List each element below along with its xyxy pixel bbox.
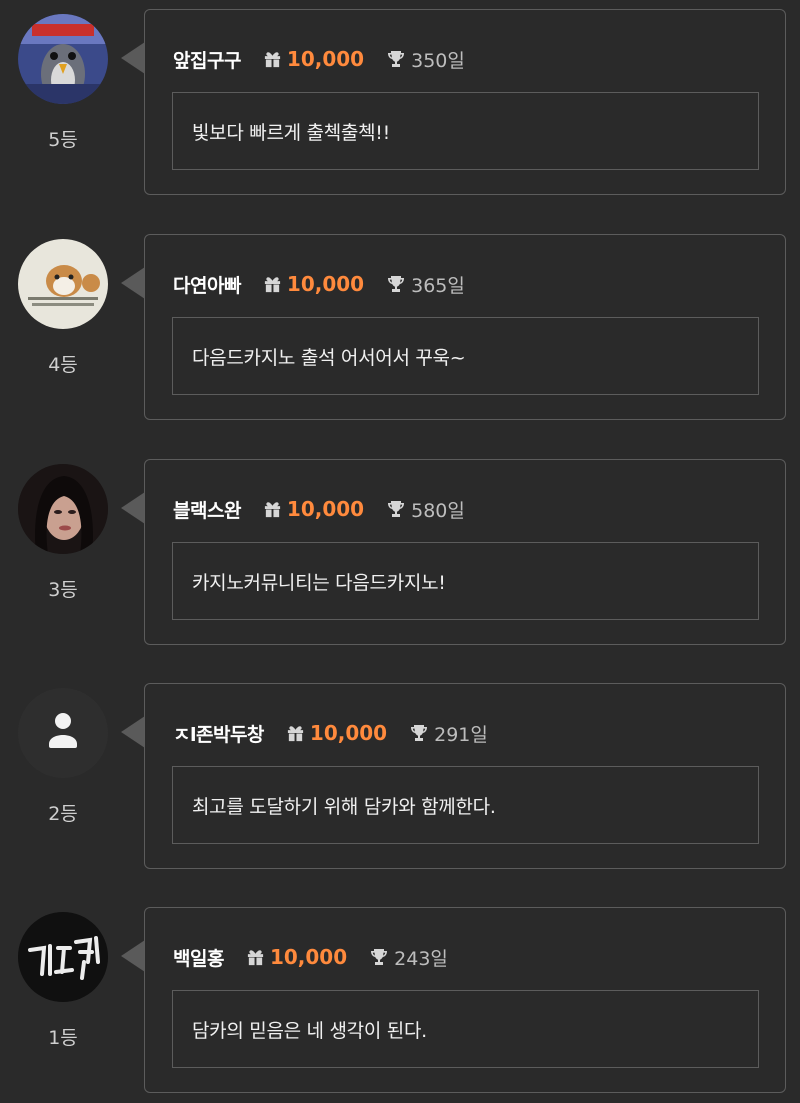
attendance-days: 291일 [434, 723, 488, 746]
comment-meta: 앞집구구 10,000 350일 [173, 44, 465, 74]
attendance-entry: 1등 백일홍 10,000 243일 담카의 믿음은 네 생각이 된다. [0, 906, 800, 1096]
points-value: 10,000 [286, 497, 365, 521]
points-value: 10,000 [269, 945, 348, 969]
comment-message: 다음드카지노 출석 어서어서 꾸욱~ [172, 317, 759, 395]
comment-card: 백일홍 10,000 243일 담카의 믿음은 네 생각이 된다. [144, 907, 786, 1093]
nickname[interactable]: 다연아빠 [173, 271, 241, 298]
nickname[interactable]: ㅈl존박두창 [173, 720, 264, 747]
avatar[interactable] [18, 464, 108, 554]
attendance-days: 365일 [411, 274, 465, 297]
points-value: 10,000 [286, 47, 365, 71]
comment-message: 빛보다 빠르게 출첵출첵!! [172, 92, 759, 170]
rank-label: 1등 [48, 1027, 78, 1049]
avatar[interactable] [18, 239, 108, 329]
comment-card: ㅈl존박두창 10,000 291일 최고를 도달하기 위해 담카와 함께한다. [144, 683, 786, 869]
gift-icon [246, 948, 265, 967]
comment-message: 최고를 도달하기 위해 담카와 함께한다. [172, 766, 759, 844]
trophy-icon [386, 49, 406, 69]
trophy-icon [409, 723, 429, 743]
rank-label: 5등 [48, 129, 78, 151]
speech-pointer [121, 42, 145, 74]
comment-meta: ㅈl존박두창 10,000 291일 [173, 718, 488, 748]
avatar[interactable] [18, 688, 108, 778]
comment-meta: 블랙스완 10,000 580일 [173, 494, 465, 524]
attendance-entry: 5등 앞집구구 10,000 350일 빛보다 빠르게 출첵출첵!! [0, 8, 800, 198]
comment-card: 앞집구구 10,000 350일 빛보다 빠르게 출첵출첵!! [144, 9, 786, 195]
gift-icon [286, 724, 305, 743]
gift-icon [263, 50, 282, 69]
attendance-days: 243일 [394, 947, 448, 970]
rank-label: 3등 [48, 579, 78, 601]
speech-pointer [121, 716, 145, 748]
nickname[interactable]: 블랙스완 [173, 496, 241, 523]
attendance-entry: 4등 다연아빠 10,000 365일 다음드카지노 출석 어서어서 꾸욱~ [0, 233, 800, 423]
nickname[interactable]: 앞집구구 [173, 46, 241, 73]
trophy-icon [369, 947, 389, 967]
gift-icon [263, 275, 282, 294]
attendance-days: 350일 [411, 49, 465, 72]
comment-card: 다연아빠 10,000 365일 다음드카지노 출석 어서어서 꾸욱~ [144, 234, 786, 420]
comment-message: 카지노커뮤니티는 다음드카지노! [172, 542, 759, 620]
comment-message: 담카의 믿음은 네 생각이 된다. [172, 990, 759, 1068]
speech-pointer [121, 940, 145, 972]
rank-label: 2등 [48, 803, 78, 825]
nickname[interactable]: 백일홍 [173, 944, 224, 971]
avatar[interactable] [18, 14, 108, 104]
speech-pointer [121, 492, 145, 524]
points-value: 10,000 [286, 272, 365, 296]
comment-meta: 백일홍 10,000 243일 [173, 942, 448, 972]
points-value: 10,000 [309, 721, 388, 745]
attendance-days: 580일 [411, 499, 465, 522]
attendance-entry: 2등 ㅈl존박두창 10,000 291일 최고를 도달하기 위해 담카와 함께… [0, 682, 800, 872]
comment-meta: 다연아빠 10,000 365일 [173, 269, 465, 299]
avatar[interactable] [18, 912, 108, 1002]
speech-pointer [121, 267, 145, 299]
comment-card: 블랙스완 10,000 580일 카지노커뮤니티는 다음드카지노! [144, 459, 786, 645]
gift-icon [263, 500, 282, 519]
trophy-icon [386, 499, 406, 519]
rank-label: 4등 [48, 354, 78, 376]
trophy-icon [386, 274, 406, 294]
attendance-entry: 3등 블랙스완 10,000 580일 카지노커뮤니티는 다음드카지노! [0, 458, 800, 648]
